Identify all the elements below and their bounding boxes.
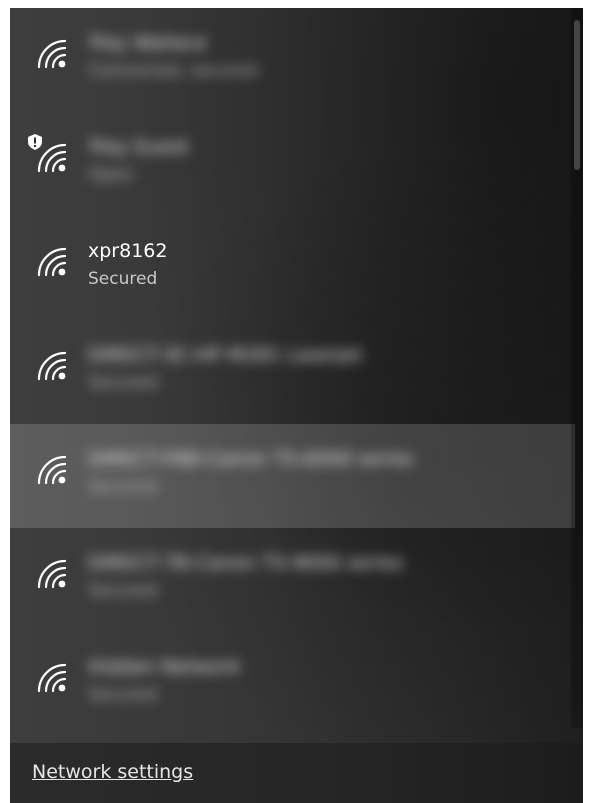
wifi-flyout: Trey Wallace Connected, secured Trey Gue… [10, 8, 583, 803]
network-status: Secured [88, 269, 158, 289]
network-status: Secured [88, 477, 158, 497]
wifi-signal-icon [37, 455, 67, 485]
network-ssid: xpr8162 [88, 240, 168, 262]
network-text: DIRECT-3C-HP M281 LaserJet Secured [88, 342, 548, 396]
flyout-footer: Network settings [10, 743, 583, 803]
network-ssid: DIRECT-7B-Canon TS-9000 series [88, 552, 404, 574]
network-item[interactable]: DIRECT-3C-HP M281 LaserJet Secured [10, 320, 575, 424]
network-text: DIRECT-FB8-Canon TS-6000 series Secured [88, 446, 548, 500]
network-text: Hidden Network Secured [88, 654, 548, 708]
network-status: Open [88, 165, 134, 185]
network-item[interactable]: Trey Wallace Connected, secured [10, 8, 575, 112]
network-status: Secured [88, 373, 158, 393]
network-text: DIRECT-7B-Canon TS-9000 series Secured [88, 550, 548, 604]
wifi-signal-icon [37, 663, 67, 693]
wifi-signal-icon [37, 247, 67, 277]
network-item[interactable]: DIRECT-7B-Canon TS-9000 series Secured [10, 528, 575, 632]
network-settings-link[interactable]: Network settings [32, 761, 193, 783]
network-ssid: DIRECT-3C-HP M281 LaserJet [88, 344, 363, 366]
wifi-signal-icon [37, 143, 67, 173]
wifi-signal-icon [37, 559, 67, 589]
network-text: Trey Wallace Connected, secured [88, 30, 548, 84]
wifi-signal-icon [37, 351, 67, 381]
network-ssid: DIRECT-FB8-Canon TS-6000 series [88, 448, 415, 470]
network-item[interactable]: Trey Guest Open [10, 112, 575, 216]
network-item[interactable]: xpr8162 Secured [10, 216, 575, 320]
network-ssid: Trey Guest [88, 136, 189, 158]
scrollbar[interactable] [571, 8, 583, 728]
scrollbar-thumb[interactable] [574, 20, 580, 170]
network-item[interactable]: DIRECT-FB8-Canon TS-6000 series Secured [10, 424, 575, 528]
network-text: Trey Guest Open [88, 134, 548, 188]
network-status: Secured [88, 581, 158, 601]
network-ssid: Hidden Network [88, 656, 241, 678]
wifi-signal-icon [37, 39, 67, 69]
network-status: Connected, secured [88, 61, 258, 81]
network-text: xpr8162 Secured [88, 238, 548, 292]
network-status: Secured [88, 685, 158, 705]
network-list: Trey Wallace Connected, secured Trey Gue… [10, 8, 575, 736]
network-item[interactable]: Hidden Network Secured [10, 632, 575, 736]
network-ssid: Trey Wallace [88, 32, 207, 54]
